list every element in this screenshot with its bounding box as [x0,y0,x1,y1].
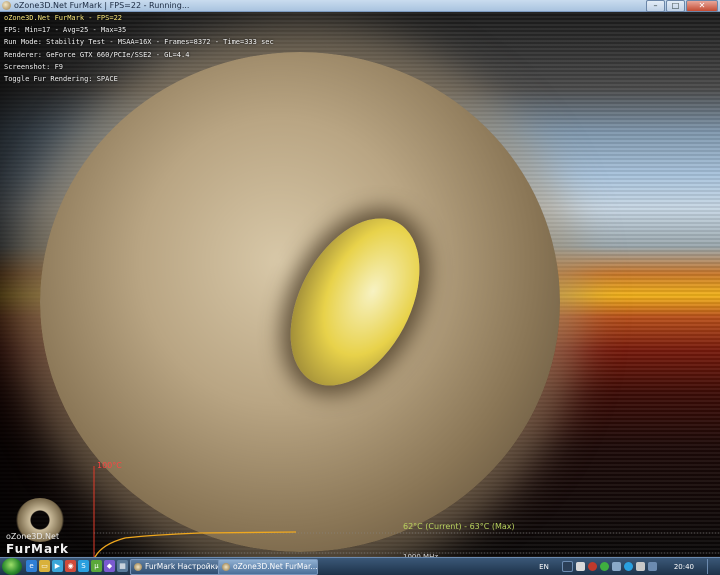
language-indicator[interactable]: EN [539,563,549,571]
folder-icon[interactable]: ▭ [39,560,50,572]
tray-expand-icon[interactable] [561,561,573,572]
display-icon[interactable] [647,562,657,571]
stats-fps-minmax: FPS: Min=17 - Avg=25 - Max=35 [4,26,127,35]
furmark-task-icon [222,563,230,571]
network-icon[interactable] [611,562,621,571]
furmark-task-icon [134,563,142,571]
logo-text-furmark: FurMark [6,542,69,556]
stats-run-mode: Run Mode: Stability Test - MSAA=16X - Fr… [4,38,274,47]
system-tray: EN 20:40 [535,558,720,575]
window-title: oZone3D.Net FurMark | FPS=22 - Running..… [14,1,190,10]
utorrent-icon[interactable]: µ [91,560,102,572]
show-desktop-button[interactable] [707,559,716,574]
skype-icon[interactable]: S [78,560,89,572]
furmark-app-icon [2,1,11,10]
task-label: FurMark Настройки [145,562,220,571]
stats-toggle-hint: Toggle Fur Rendering: SPACE [4,75,118,84]
stats-screenshot-hint: Screenshot: F9 [4,62,64,71]
temperature-readout: 62°C (Current) - 63°C (Max) [403,522,515,531]
minimize-button[interactable]: – [646,0,665,12]
furmark-logo: oZone3D.Net FurMark [6,498,74,560]
maximize-button[interactable]: □ [666,0,685,12]
flag-icon[interactable] [575,562,585,571]
window-title-bar[interactable]: oZone3D.Net FurMark | FPS=22 - Running..… [0,0,720,12]
antivirus-icon[interactable] [587,562,597,571]
task-furmark-settings[interactable]: FurMark Настройки [130,559,228,575]
stats-fps-title: oZone3D.Net FurMark - FPS=22 [4,14,123,22]
task-label: oZone3D.Net FurMar... [233,562,318,571]
calculator-icon[interactable]: ▦ [117,560,128,572]
task-furmark-render[interactable]: oZone3D.Net FurMar... [218,559,318,575]
temperature-axis-label: 100°C [97,461,122,470]
taskbar: e▭▶◉Sµ◆▦▣⚙ FurMark Настройки oZone3D.Net… [0,557,720,575]
render-viewport[interactable] [0,12,720,557]
close-button[interactable]: ✕ [686,0,718,12]
window-controls: – □ ✕ [646,0,718,12]
chrome-icon[interactable]: ◉ [65,560,76,572]
volume-icon[interactable] [635,562,645,571]
media-player-icon[interactable]: ▶ [52,560,63,572]
stats-renderer: Renderer: GeForce GTX 660/PCIe/SSE2 - GL… [4,50,190,59]
logo-text-ozone: oZone3D.Net [6,532,60,541]
app-icon[interactable]: ◆ [104,560,115,572]
stats-overlay: oZone3D.Net FurMark - FPS=22 FPS: Min=17… [4,12,274,85]
taskbar-clock[interactable]: 20:40 [674,563,694,571]
skype-tray-icon[interactable] [623,562,633,571]
utorrent-tray-icon[interactable] [599,562,609,571]
ie-icon[interactable]: e [26,560,37,572]
start-button[interactable] [2,558,22,575]
